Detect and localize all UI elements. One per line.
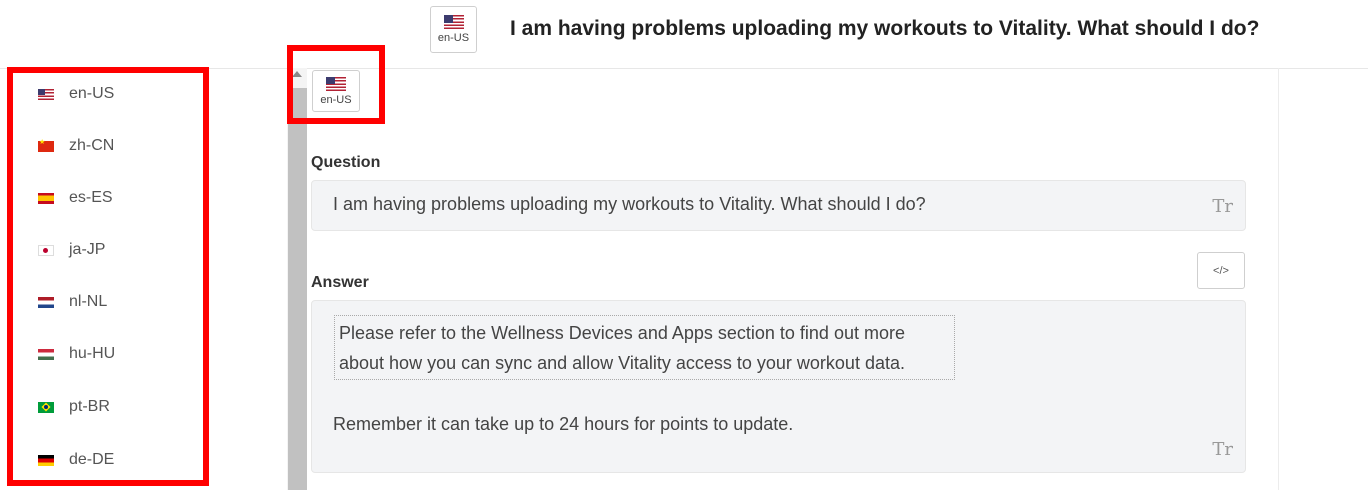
language-item-de-de[interactable]: de-DE [38,448,114,472]
answer-paragraph-block[interactable]: Please refer to the Wellness Devices and… [334,315,955,380]
language-item-nl-nl[interactable]: nl-NL [38,290,107,314]
language-item-pt-br[interactable]: pt-BR [38,395,110,419]
language-label: pt-BR [69,398,110,415]
language-label: hu-HU [69,345,116,362]
language-item-zh-cn[interactable]: zh-CN [38,134,114,158]
nl-flag-icon [38,296,54,308]
us-flag-icon [443,15,464,29]
us-flag-icon [38,88,54,100]
language-label: de-DE [69,451,115,468]
language-label: ja-JP [69,241,106,258]
header-locale-code: en-US [437,32,470,44]
code-view-button[interactable]: </> [1197,252,1245,289]
right-panel-divider [1278,68,1279,490]
br-flag-icon [38,401,54,413]
content-locale-code: en-US [320,93,352,106]
language-label: es-ES [69,189,113,206]
jp-flag-icon [38,244,54,256]
language-label: zh-CN [69,137,115,154]
answer-field[interactable]: Please refer to the Wellness Devices and… [311,300,1246,473]
question-label: Question [311,154,381,171]
language-item-es-es[interactable]: es-ES [38,186,113,210]
page-title: I am having problems uploading my workou… [510,17,1260,40]
text-format-icon[interactable]: Tr [1212,439,1233,460]
language-item-ja-jp[interactable]: ja-JP [38,238,105,262]
header-locale-badge[interactable]: en-US [430,6,477,53]
content-locale-badge[interactable]: en-US [312,70,360,112]
hu-flag-icon [38,348,54,360]
es-flag-icon [38,192,54,204]
scrollbar-thumb[interactable] [288,88,307,490]
question-value: I am having problems uploading my workou… [333,194,926,214]
language-item-hu-hu[interactable]: hu-HU [38,342,115,366]
answer-paragraph[interactable]: Remember it can take up to 24 hours for … [333,414,793,435]
us-flag-icon [326,76,346,91]
scroll-up-arrow-icon[interactable] [292,71,302,77]
answer-label: Answer [311,274,369,291]
language-list: en-US zh-CN es-ES ja-JP nl-NL hu-HU pt-B… [0,68,285,490]
language-label: nl-NL [69,293,108,310]
code-view-icon: </> [1213,264,1229,277]
text-format-icon[interactable]: Tr [1212,196,1233,217]
de-flag-icon [38,454,54,466]
question-field[interactable]: I am having problems uploading my workou… [311,180,1246,231]
language-label: en-US [69,85,115,102]
cn-flag-icon [38,138,54,152]
language-item-en-us[interactable]: en-US [38,82,114,106]
header-bar: en-US I am having problems uploading my … [0,0,1368,69]
